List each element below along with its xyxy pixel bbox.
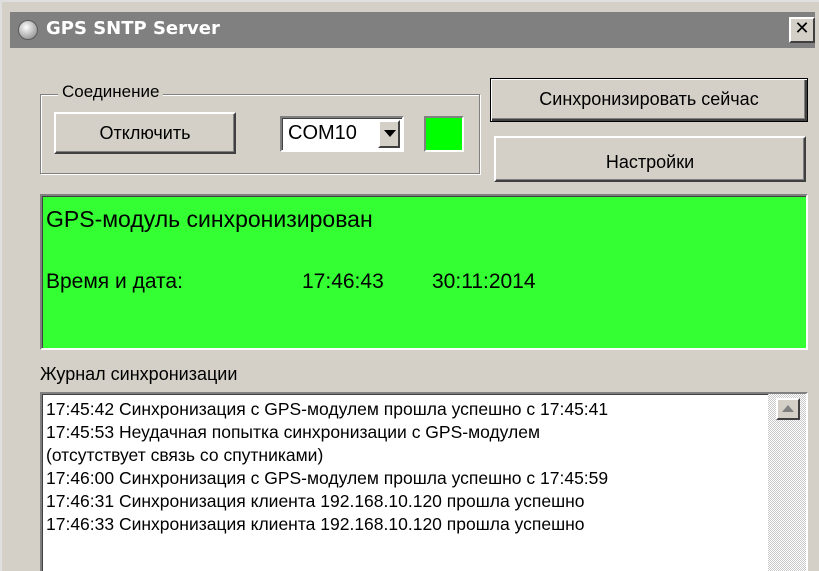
connection-group-label: Соединение (58, 82, 164, 102)
scroll-up-arrow-icon[interactable] (776, 398, 800, 420)
sync-log-lines: 17:45:42 Синхронизация с GPS-модулем про… (46, 398, 766, 536)
list-item: 17:46:31 Синхронизация клиента 192.168.1… (46, 491, 585, 511)
gps-status-message: GPS-модуль синхронизирован (46, 206, 373, 232)
close-button[interactable]: ✕ (789, 17, 815, 43)
window-title: GPS SNTP Server (46, 18, 220, 39)
app-globe-icon (18, 20, 38, 40)
sync-log-list[interactable]: 17:45:42 Синхронизация с GPS-модулем про… (40, 392, 808, 571)
list-item: 17:46:33 Синхронизация клиента 192.168.1… (46, 514, 585, 534)
title-bar[interactable]: GPS SNTP Server ✕ (10, 12, 815, 48)
com-port-value: COM10 (288, 122, 357, 144)
time-date-label: Время и дата: (46, 270, 183, 293)
gps-status-panel: GPS-модуль синхронизирован Время и дата:… (40, 194, 808, 350)
settings-button[interactable]: Настройки (494, 136, 806, 182)
sync-now-button[interactable]: Синхронизировать сейчас (490, 78, 808, 122)
list-item: 17:46:00 Синхронизация с GPS-модулем про… (46, 468, 609, 488)
chevron-down-icon[interactable] (378, 120, 400, 148)
log-scrollbar[interactable] (768, 394, 806, 571)
close-icon: ✕ (794, 18, 810, 39)
list-item: (отсутствует связь со спутниками) (46, 445, 324, 465)
current-time: 17:46:43 (302, 270, 384, 293)
connection-status-indicator (424, 116, 464, 152)
current-date: 30:11:2014 (432, 270, 536, 293)
list-item: 17:45:53 Неудачная попытка синхронизации… (46, 422, 541, 442)
disconnect-button[interactable]: Отключить (54, 112, 236, 154)
app-window: GPS SNTP Server ✕ Соединение Отключить C… (0, 0, 819, 571)
sync-log-label: Журнал синхронизации (40, 364, 238, 384)
list-item: 17:45:42 Синхронизация с GPS-модулем про… (46, 399, 609, 419)
com-port-select[interactable]: COM10 (280, 116, 404, 152)
